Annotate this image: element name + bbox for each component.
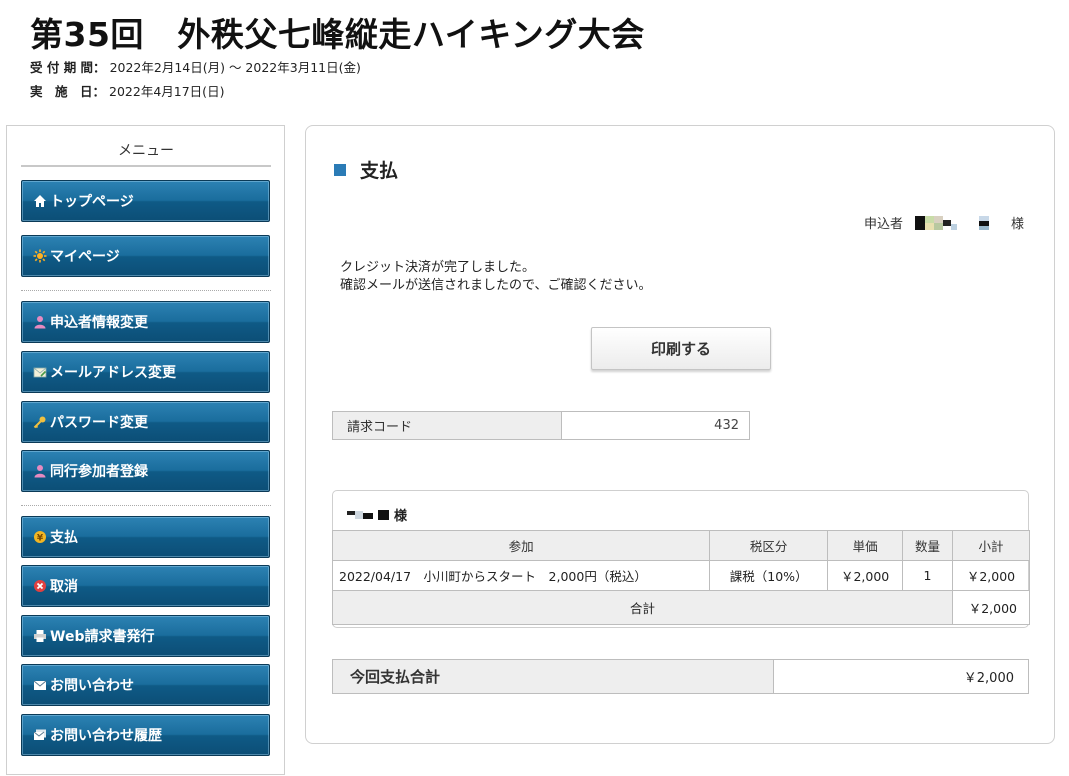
order-box: 様 参加 税区分 単価 数量 小計 2022/04/17 小川町からスタート 2… <box>331 490 1031 628</box>
menu-companion-register-label: 同行参加者登録 <box>50 464 148 480</box>
user-icon <box>32 463 48 479</box>
menu-contact-label: お問い合わせ <box>50 678 134 694</box>
applicant-name: 申込者 様 <box>864 213 1024 232</box>
col-header-unit-price: 単価 <box>827 530 904 561</box>
menu-cancel-button[interactable]: 取消 <box>21 565 270 607</box>
menu-mypage-label: マイページ <box>50 249 120 265</box>
menu-contact-history-button[interactable]: お問い合わせ履歴 <box>21 714 270 756</box>
yen-coin-icon: ¥ <box>32 529 48 545</box>
printer-icon <box>32 628 48 644</box>
section-square-icon <box>334 163 346 176</box>
total-value: ￥2,000 <box>951 590 1031 625</box>
cell-tax: 課税（10%） <box>709 560 829 591</box>
reception-period: 受 付 期 間： 2022年2月14日(月) 〜 2022年3月11日(金) <box>30 57 361 76</box>
billing-code-value: 432 <box>714 418 739 433</box>
completion-message-line2: 確認メールが送信されましたので、ご確認ください。 <box>340 278 652 293</box>
menu-payment-button[interactable]: ¥ 支払 <box>21 516 270 558</box>
grand-total-value: ￥2,000 <box>963 671 1014 686</box>
cell-item: 2022/04/17 小川町からスタート 2,000円（税込） <box>331 560 711 591</box>
total-label: 合計 <box>332 590 953 625</box>
menu-applicant-info-button[interactable]: 申込者情報変更 <box>21 301 270 343</box>
menu-email-change-label: メールアドレス変更 <box>50 365 176 381</box>
menu-applicant-info-label: 申込者情報変更 <box>50 315 148 331</box>
col-header-qty: 数量 <box>902 530 953 561</box>
menu-divider <box>21 290 271 291</box>
menu-divider <box>21 505 271 506</box>
completion-message-line1: クレジット決済が完了しました。 <box>340 260 536 275</box>
sidebar-menu: メニュー トップページ マイページ 申込者情報変更 メールアドレス変更 パスワー… <box>6 125 285 775</box>
applicant-label: 申込者 <box>863 217 903 232</box>
sun-icon <box>32 248 48 264</box>
menu-companion-register-button[interactable]: 同行参加者登録 <box>21 450 270 492</box>
redacted-recipient-mosaic <box>347 509 389 520</box>
cell-qty: 1 <box>902 560 953 591</box>
order-table: 参加 税区分 単価 数量 小計 2022/04/17 小川町からスタート 2,0… <box>331 530 1031 625</box>
event-date: 実 施 日： 2022年4月17日(日) <box>30 81 224 100</box>
menu-web-invoice-label: Web請求書発行 <box>50 629 155 645</box>
envelope-icon <box>32 677 48 693</box>
mail-edit-icon <box>32 364 48 380</box>
order-header-row: 参加 税区分 単価 数量 小計 <box>331 530 1031 561</box>
cancel-icon <box>32 578 48 594</box>
menu-mypage-button[interactable]: マイページ <box>21 235 270 277</box>
applicant-suffix: 様 <box>1010 217 1024 232</box>
total-row: 合計 ￥2,000 <box>332 590 1031 625</box>
menu-top-page-label: トップページ <box>50 194 134 210</box>
menu-contact-history-label: お問い合わせ履歴 <box>50 728 162 744</box>
home-icon <box>32 193 48 209</box>
svg-text:¥: ¥ <box>37 534 44 544</box>
menu-title: メニュー <box>21 140 271 167</box>
billing-code-label: 請求コード <box>333 412 562 439</box>
user-icon <box>32 314 48 330</box>
key-icon <box>32 414 48 430</box>
order-recipient: 様 <box>347 505 407 524</box>
menu-password-change-label: パスワード変更 <box>50 415 148 431</box>
menu-payment-label: 支払 <box>50 530 78 546</box>
menu-cancel-label: 取消 <box>50 579 78 595</box>
reception-period-value: 2022年2月14日(月) 〜 2022年3月11日(金) <box>109 60 361 75</box>
payment-panel: 支払 申込者 様 クレジット決済が完了しました。 確認メールが送信されましたので… <box>305 125 1055 744</box>
event-date-value: 2022年4月17日(日) <box>109 84 225 99</box>
menu-top-page-button[interactable]: トップページ <box>21 180 270 222</box>
cell-subtotal: ￥2,000 <box>951 560 1031 591</box>
completion-message: クレジット決済が完了しました。 確認メールが送信されましたので、ご確認ください。 <box>340 259 651 295</box>
menu-web-invoice-button[interactable]: Web請求書発行 <box>21 615 270 657</box>
section-title-text: 支払 <box>360 160 399 182</box>
envelope-history-icon <box>32 727 48 743</box>
table-row: 2022/04/17 小川町からスタート 2,000円（税込） 課税（10%） … <box>331 560 1031 591</box>
order-recipient-suffix: 様 <box>394 509 408 524</box>
col-header-item: 参加 <box>331 530 711 561</box>
print-button[interactable]: 印刷する <box>591 327 771 370</box>
menu-contact-button[interactable]: お問い合わせ <box>21 664 270 706</box>
event-date-label: 実 施 日： <box>30 84 106 99</box>
cell-unit-price: ￥2,000 <box>827 560 904 591</box>
reception-period-label: 受 付 期 間： <box>30 60 106 75</box>
menu-email-change-button[interactable]: メールアドレス変更 <box>21 351 270 393</box>
grand-total-table: 今回支払合計 ￥2,000 <box>332 659 1029 694</box>
section-title: 支払 <box>334 156 398 183</box>
billing-code-table: 請求コード 432 <box>332 411 750 440</box>
col-header-tax: 税区分 <box>709 530 829 561</box>
grand-total-label: 今回支払合計 <box>333 660 774 693</box>
redacted-name-mosaic <box>914 215 989 230</box>
event-title: 第35回 外秩父七峰縦走ハイキング大会 <box>30 15 645 54</box>
col-header-subtotal: 小計 <box>951 530 1031 561</box>
menu-password-change-button[interactable]: パスワード変更 <box>21 401 270 443</box>
